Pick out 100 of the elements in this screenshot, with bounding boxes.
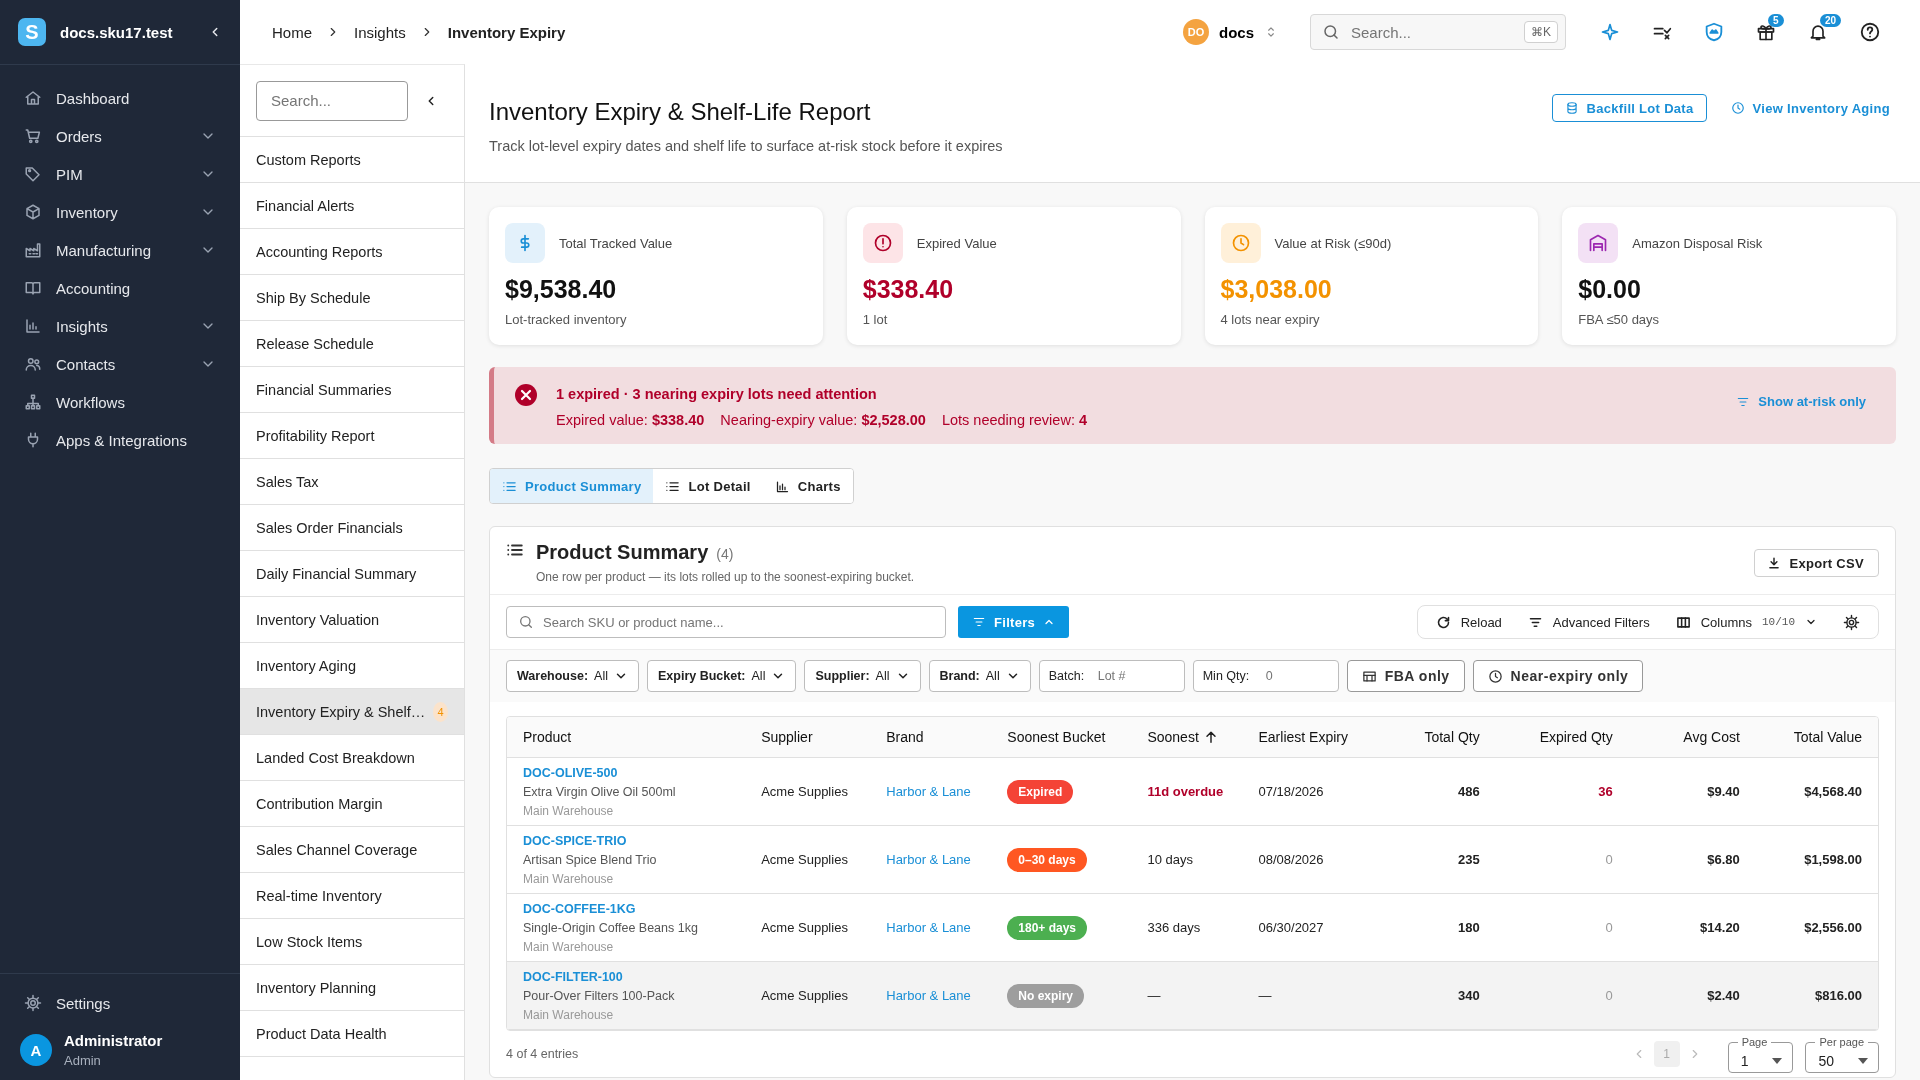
column-header[interactable]: Total Value: [1755, 717, 1878, 758]
backfill-button[interactable]: Backfill Lot Data: [1551, 94, 1707, 122]
people-icon: [24, 355, 42, 373]
view-aging-button[interactable]: View Inventory Aging: [1724, 99, 1896, 117]
table-cell: —: [1131, 961, 1243, 1030]
nav-item[interactable]: Inventory: [0, 193, 240, 231]
status-pill: 180+ days: [1007, 915, 1088, 940]
sparkle-icon: [1600, 22, 1620, 42]
table-cell: 06/30/2027: [1242, 893, 1400, 962]
settings-link[interactable]: Settings: [0, 984, 135, 1022]
table-cell: Acme Supplies: [745, 961, 871, 1030]
table-cell: 07/18/2026: [1242, 757, 1400, 826]
gift-button[interactable]: 5: [1740, 12, 1792, 52]
table-cell: 0: [1495, 961, 1629, 1030]
kpi-label: Expired Value: [916, 235, 997, 251]
nav-item[interactable]: Contacts: [0, 345, 240, 383]
nav-item[interactable]: Insights: [0, 307, 240, 345]
notifications-button[interactable]: 20: [1792, 12, 1844, 52]
near-expiry-toggle[interactable]: Near-expiry only: [1472, 660, 1644, 692]
sku-link[interactable]: DOC-OLIVE-500: [523, 765, 730, 780]
column-header[interactable]: Earliest Expiry: [1242, 717, 1400, 758]
table-cell: $1,598.00: [1755, 825, 1878, 894]
breadcrumb-item[interactable]: Insights: [354, 23, 406, 41]
clock-glyph-icon: [1230, 233, 1251, 253]
report-menu-item[interactable]: Inventory Expiry & Shelf… 4: [240, 689, 464, 735]
filter-dropdown[interactable]: Brand: All: [928, 660, 1031, 692]
kpi-value: $338.40: [862, 275, 955, 304]
clock-icon: [1730, 101, 1745, 115]
caret-icon: [1772, 1057, 1783, 1064]
bar-chart-icon: [774, 478, 790, 494]
nav-item[interactable]: Workflows: [0, 383, 240, 421]
workspace-switcher[interactable]: DO docs: [1177, 18, 1284, 46]
gear-icon: [24, 994, 42, 1012]
sku-link[interactable]: DOC-SPICE-TRIO: [523, 833, 730, 848]
kpi-caption: 4 lots near expiry: [1220, 312, 1321, 327]
breadcrumb-item[interactable]: Home: [272, 23, 312, 41]
table-cell: Acme Supplies: [745, 893, 871, 962]
kpi-label: Value at Risk (≤90d): [1274, 235, 1392, 251]
reload-button[interactable]: Reload: [1425, 607, 1512, 637]
status-pill: Expired: [1007, 779, 1074, 804]
nav-item[interactable]: PIM: [0, 155, 240, 193]
advanced-filters-button[interactable]: Advanced Filters: [1517, 607, 1660, 637]
nav-item[interactable]: Dashboard: [0, 79, 240, 117]
kpi-value: $3,038.00: [1220, 275, 1333, 304]
table-cell: 08/08/2026: [1242, 825, 1400, 894]
table-cell: 10 days: [1131, 825, 1243, 894]
table-cell: 340: [1399, 961, 1496, 1030]
nav-item[interactable]: Orders: [0, 117, 240, 155]
reload-icon: [1435, 614, 1451, 630]
column-header[interactable]: Supplier: [745, 717, 871, 758]
export-csv-button[interactable]: Export CSV: [1754, 549, 1879, 577]
search-field[interactable]: Search SKU or product name...: [506, 606, 946, 638]
column-header[interactable]: Expired Qty: [1495, 717, 1629, 758]
bar-chart-icon: [24, 317, 42, 335]
count-badge: 20: [1820, 14, 1842, 27]
brand-link[interactable]: Harbor & Lane: [886, 852, 971, 867]
search-icon: [1322, 23, 1340, 41]
product-name: Artisan Spice Blend Trio: [523, 852, 658, 867]
home-icon: [24, 89, 42, 107]
table-cell: 180: [1399, 893, 1496, 962]
kpi-caption: 1 lot: [862, 312, 889, 327]
column-header[interactable]: Avg Cost: [1628, 717, 1756, 758]
table-cell: Acme Supplies: [745, 757, 871, 826]
kpi-value: $9,538.40: [505, 275, 618, 304]
nav-item[interactable]: Manufacturing: [0, 231, 240, 269]
breadcrumb-item: Inventory Expiry: [447, 23, 566, 41]
sku-link[interactable]: DOC-COFFEE-1KG: [523, 901, 730, 916]
table-cell: $6.80: [1628, 825, 1756, 894]
table-cell: $2.40: [1628, 961, 1756, 1030]
columns-button[interactable]: Columns 10/10: [1665, 607, 1827, 637]
tag-icon: [24, 165, 42, 183]
table-cell: Acme Supplies: [745, 825, 871, 894]
column-header[interactable]: Brand: [870, 717, 992, 758]
nav-item[interactable]: Accounting: [0, 269, 240, 307]
column-header[interactable]: Product: [507, 717, 746, 758]
filter-dropdown[interactable]: Warehouse: All: [506, 660, 639, 692]
column-header[interactable]: Total Qty: [1399, 717, 1496, 758]
workspace-name: docs.sku17.test: [60, 23, 174, 41]
brand-link[interactable]: Harbor & Lane: [886, 920, 971, 935]
table-cell: —: [1242, 961, 1400, 1030]
column-header[interactable]: Soonest: [1131, 717, 1243, 758]
table-cell: $9.40: [1628, 757, 1756, 826]
filter-dropdown[interactable]: Expiry Bucket: All: [647, 660, 797, 692]
row-count: (4): [716, 546, 734, 562]
field-label: Batch:: [1048, 669, 1085, 683]
table-cell: 486: [1399, 757, 1496, 826]
box-icon: [24, 203, 42, 221]
panel-title: Product Summary: [536, 541, 709, 564]
filter-dropdown[interactable]: Supplier: All: [804, 660, 921, 692]
search-field[interactable]: Search...: [256, 80, 408, 121]
brand-link[interactable]: Harbor & Lane: [886, 784, 971, 799]
fba-toggle[interactable]: FBA only: [1346, 660, 1465, 692]
table-cell: 36: [1495, 757, 1629, 826]
column-header[interactable]: Soonest Bucket: [991, 717, 1132, 758]
columns-icon: [1675, 614, 1691, 630]
warehouse-name: Main Warehouse: [523, 803, 615, 818]
warehouse-glyph-icon: [1588, 233, 1609, 253]
nav-item[interactable]: Apps & Integrations: [0, 421, 240, 459]
table-cell: 11d overdue: [1131, 757, 1243, 826]
shortcut-hint: ⌘K: [1524, 21, 1558, 43]
